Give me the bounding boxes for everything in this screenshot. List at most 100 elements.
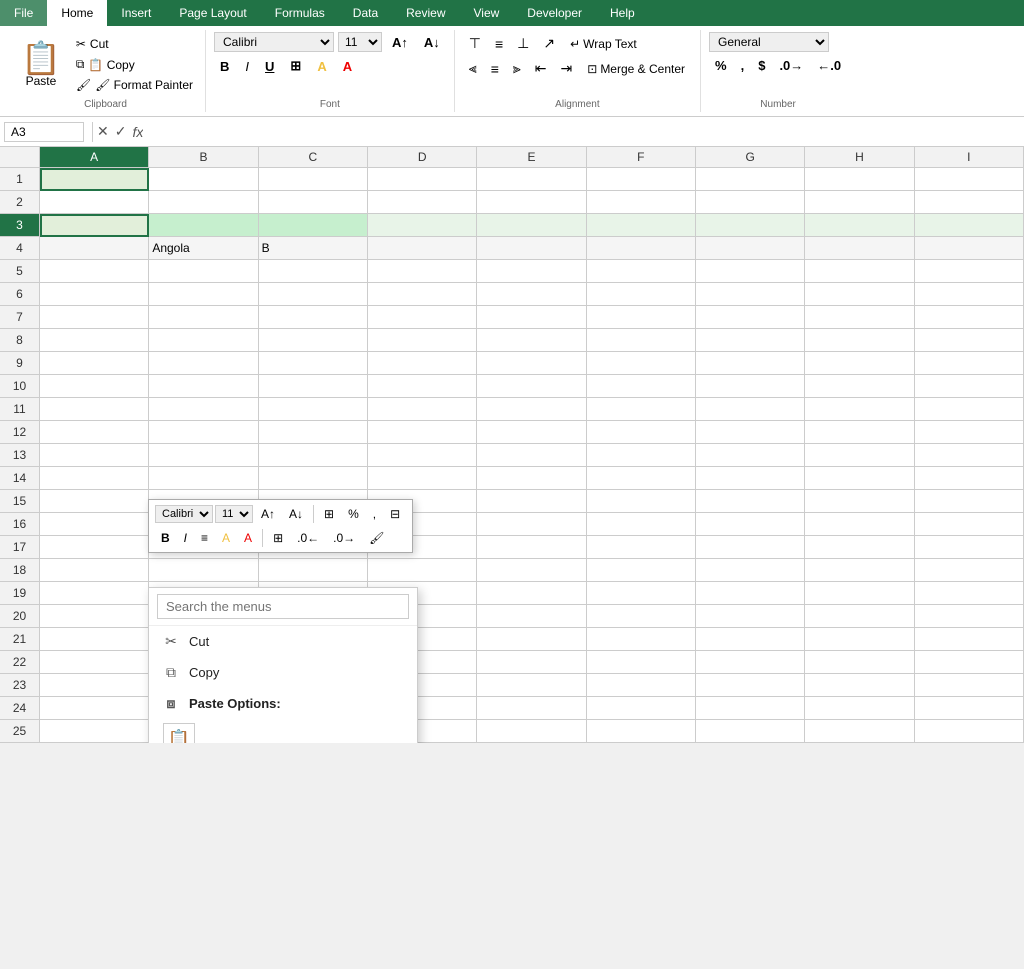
cell-D2[interactable]	[368, 191, 477, 214]
cell-C3[interactable]	[259, 214, 368, 237]
tab-review[interactable]: Review	[392, 0, 459, 26]
cell-C7[interactable]	[259, 306, 368, 329]
cell-G20[interactable]	[696, 605, 805, 628]
cell-I16[interactable]	[915, 513, 1024, 536]
cell-C6[interactable]	[259, 283, 368, 306]
cell-A24[interactable]	[40, 697, 149, 720]
cell-D5[interactable]	[368, 260, 477, 283]
mini-format-painter2[interactable]: 🖌	[363, 528, 390, 548]
cell-I2[interactable]	[915, 191, 1024, 214]
cell-H11[interactable]	[805, 398, 914, 421]
formula-input[interactable]	[143, 122, 1020, 141]
align-left-button[interactable]: ⫷	[463, 57, 483, 80]
col-header-E[interactable]: E	[477, 147, 586, 168]
tab-view[interactable]: View	[460, 0, 514, 26]
italic-button[interactable]: I	[239, 57, 255, 76]
cell-G11[interactable]	[696, 398, 805, 421]
cell-B11[interactable]	[149, 398, 258, 421]
cell-C9[interactable]	[259, 352, 368, 375]
cell-C18[interactable]	[259, 559, 368, 582]
cell-I5[interactable]	[915, 260, 1024, 283]
wrap-text-button[interactable]: ↵ Wrap Text	[563, 34, 644, 54]
cell-A2[interactable]	[40, 191, 149, 214]
cell-G25[interactable]	[696, 720, 805, 743]
cut-button[interactable]: ✂ Cut	[72, 35, 197, 53]
cell-G15[interactable]	[696, 490, 805, 513]
mini-format-table[interactable]: ⊞	[318, 504, 340, 524]
cell-I21[interactable]	[915, 628, 1024, 651]
cell-F17[interactable]	[587, 536, 696, 559]
cell-D13[interactable]	[368, 444, 477, 467]
cell-C12[interactable]	[259, 421, 368, 444]
merge-center-button[interactable]: ⊡ Merge & Center	[580, 59, 692, 79]
cell-C5[interactable]	[259, 260, 368, 283]
cell-E24[interactable]	[477, 697, 586, 720]
cell-A12[interactable]	[40, 421, 149, 444]
paste-button[interactable]: 📋 Paste	[14, 39, 68, 91]
cell-A13[interactable]	[40, 444, 149, 467]
cell-F11[interactable]	[587, 398, 696, 421]
cell-A7[interactable]	[40, 306, 149, 329]
cell-G12[interactable]	[696, 421, 805, 444]
cell-B8[interactable]	[149, 329, 258, 352]
cell-H16[interactable]	[805, 513, 914, 536]
cell-E22[interactable]	[477, 651, 586, 674]
cell-E7[interactable]	[477, 306, 586, 329]
orient-button[interactable]: ↗	[537, 32, 561, 55]
cell-G17[interactable]	[696, 536, 805, 559]
cell-B2[interactable]	[149, 191, 258, 214]
cell-I25[interactable]	[915, 720, 1024, 743]
cell-B10[interactable]	[149, 375, 258, 398]
cell-G3[interactable]	[696, 214, 805, 237]
cell-B9[interactable]	[149, 352, 258, 375]
cell-D11[interactable]	[368, 398, 477, 421]
cell-B12[interactable]	[149, 421, 258, 444]
font-shrink-button[interactable]: A↓	[418, 33, 446, 52]
cell-A23[interactable]	[40, 674, 149, 697]
cell-H17[interactable]	[805, 536, 914, 559]
cell-E1[interactable]	[477, 168, 586, 191]
cell-E12[interactable]	[477, 421, 586, 444]
cell-E11[interactable]	[477, 398, 586, 421]
cell-E17[interactable]	[477, 536, 586, 559]
cell-I1[interactable]	[915, 168, 1024, 191]
col-header-D[interactable]: D	[368, 147, 477, 168]
cell-G5[interactable]	[696, 260, 805, 283]
cell-F22[interactable]	[587, 651, 696, 674]
cell-E25[interactable]	[477, 720, 586, 743]
cell-I23[interactable]	[915, 674, 1024, 697]
cell-G2[interactable]	[696, 191, 805, 214]
cell-F5[interactable]	[587, 260, 696, 283]
underline-button[interactable]: U	[259, 57, 280, 76]
cell-H3[interactable]	[805, 214, 914, 237]
tab-data[interactable]: Data	[339, 0, 392, 26]
cell-F2[interactable]	[587, 191, 696, 214]
cell-I20[interactable]	[915, 605, 1024, 628]
cell-G10[interactable]	[696, 375, 805, 398]
cell-E15[interactable]	[477, 490, 586, 513]
cell-I14[interactable]	[915, 467, 1024, 490]
mini-fill-color[interactable]: A	[216, 528, 236, 548]
cell-F8[interactable]	[587, 329, 696, 352]
increase-indent-button[interactable]: ⇥	[555, 57, 579, 80]
cell-F1[interactable]	[587, 168, 696, 191]
cell-D7[interactable]	[368, 306, 477, 329]
cell-H6[interactable]	[805, 283, 914, 306]
cell-D1[interactable]	[368, 168, 477, 191]
cell-F12[interactable]	[587, 421, 696, 444]
cell-D18[interactable]	[368, 559, 477, 582]
cell-D14[interactable]	[368, 467, 477, 490]
col-header-B[interactable]: B	[149, 147, 258, 168]
cell-F15[interactable]	[587, 490, 696, 513]
cell-G24[interactable]	[696, 697, 805, 720]
cell-B7[interactable]	[149, 306, 258, 329]
mini-percent[interactable]: %	[342, 504, 365, 524]
cell-H18[interactable]	[805, 559, 914, 582]
cell-B3[interactable]	[149, 214, 258, 237]
cell-H22[interactable]	[805, 651, 914, 674]
cell-H21[interactable]	[805, 628, 914, 651]
cell-E21[interactable]	[477, 628, 586, 651]
cancel-formula-icon[interactable]: ✕	[97, 123, 109, 140]
cell-E3[interactable]	[477, 214, 586, 237]
confirm-formula-icon[interactable]: ✓	[115, 123, 127, 140]
